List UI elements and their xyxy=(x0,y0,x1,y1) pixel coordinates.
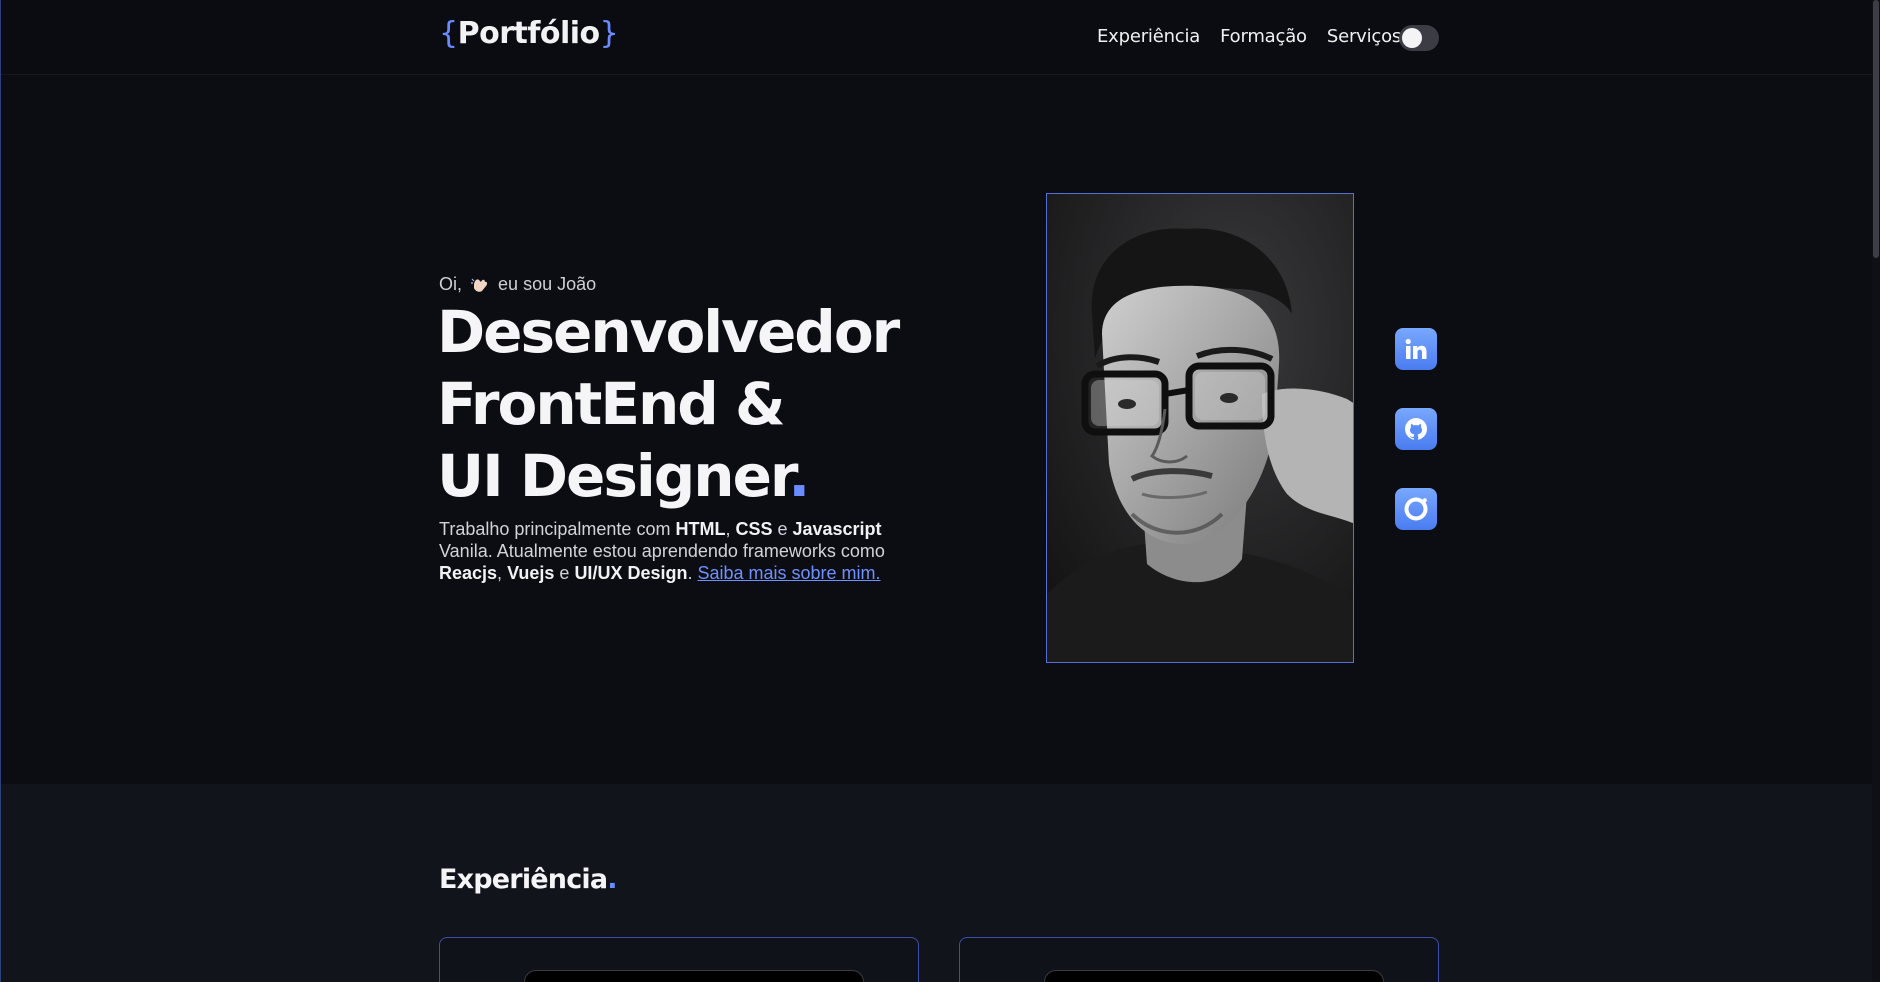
experience-card xyxy=(439,937,919,982)
headline-line-3: UI Designer xyxy=(437,442,790,510)
logo-brace-open: { xyxy=(439,16,458,51)
intro-text-1: Trabalho principalmente com xyxy=(439,519,676,539)
github-icon xyxy=(1405,418,1427,440)
intro-text-4: Vanila. Atualmente estou aprendendo fram… xyxy=(439,541,885,561)
page: {Portfólio} Experiência Formação Serviço… xyxy=(0,0,1872,982)
intro-bold-uiux: UI/UX Design xyxy=(574,563,688,583)
headline-line-2: FrontEnd & xyxy=(437,370,786,438)
greeting-prefix: Oi, xyxy=(439,274,463,294)
intro-bold-javascript: Javascript xyxy=(792,519,882,539)
theme-toggle[interactable] xyxy=(1399,25,1439,51)
page-scrollbar[interactable] xyxy=(1872,0,1880,982)
nav-link-formacao[interactable]: Formação xyxy=(1220,26,1307,47)
experience-title-text: Experiência xyxy=(439,864,608,895)
experience-title-dot: . xyxy=(607,864,617,895)
experience-card xyxy=(959,937,1439,982)
headline-accent-dot: . xyxy=(788,442,810,510)
intro-text-3: e xyxy=(772,519,793,539)
experience-title: Experiência. xyxy=(439,864,618,895)
intro-text-7: . xyxy=(687,563,698,583)
intro-text-2: , xyxy=(725,519,736,539)
instagram-icon xyxy=(1404,497,1428,521)
intro-bold-reactjs: Reacjs xyxy=(439,563,498,583)
intro-bold-vuejs: Vuejs xyxy=(507,563,555,583)
hero-intro: Trabalho principalmente com HTML, CSS e … xyxy=(439,518,909,584)
page-scrollbar-thumb[interactable] xyxy=(1873,0,1879,258)
logo[interactable]: {Portfólio} xyxy=(439,16,619,51)
intro-bold-css: CSS xyxy=(735,519,773,539)
nav-link-servicos[interactable]: Serviços xyxy=(1327,26,1401,47)
site-header: {Portfólio} Experiência Formação Serviço… xyxy=(1,0,1872,75)
theme-toggle-knob xyxy=(1402,28,1422,48)
logo-brace-close: } xyxy=(599,16,619,51)
about-me-link[interactable]: Saiba mais sobre mim. xyxy=(697,563,880,583)
greeting: Oi, eu sou João xyxy=(439,274,596,295)
nav-link-experiencia[interactable]: Experiência xyxy=(1097,26,1200,47)
greeting-suffix: eu sou João xyxy=(498,274,597,294)
main-nav: Experiência Formação Serviços xyxy=(1097,26,1401,47)
linkedin-icon xyxy=(1405,338,1427,359)
experience-card-image xyxy=(1044,970,1384,982)
intro-bold-html: HTML xyxy=(675,519,726,539)
github-button[interactable] xyxy=(1395,408,1437,450)
logo-text: Portfólio xyxy=(457,16,601,51)
profile-photo xyxy=(1046,193,1354,663)
experience-card-image xyxy=(524,970,864,982)
intro-text-5: , xyxy=(497,563,508,583)
headline-line-1: Desenvolvedor xyxy=(437,298,900,366)
instagram-button[interactable] xyxy=(1395,488,1437,530)
hero-headline: Desenvolvedor FrontEnd & UI Designer. xyxy=(437,296,957,512)
experience-section: Experiência. xyxy=(1,784,1872,982)
waving-hand-icon xyxy=(470,275,490,293)
intro-text-6: e xyxy=(554,563,575,583)
linkedin-button[interactable] xyxy=(1395,328,1437,370)
